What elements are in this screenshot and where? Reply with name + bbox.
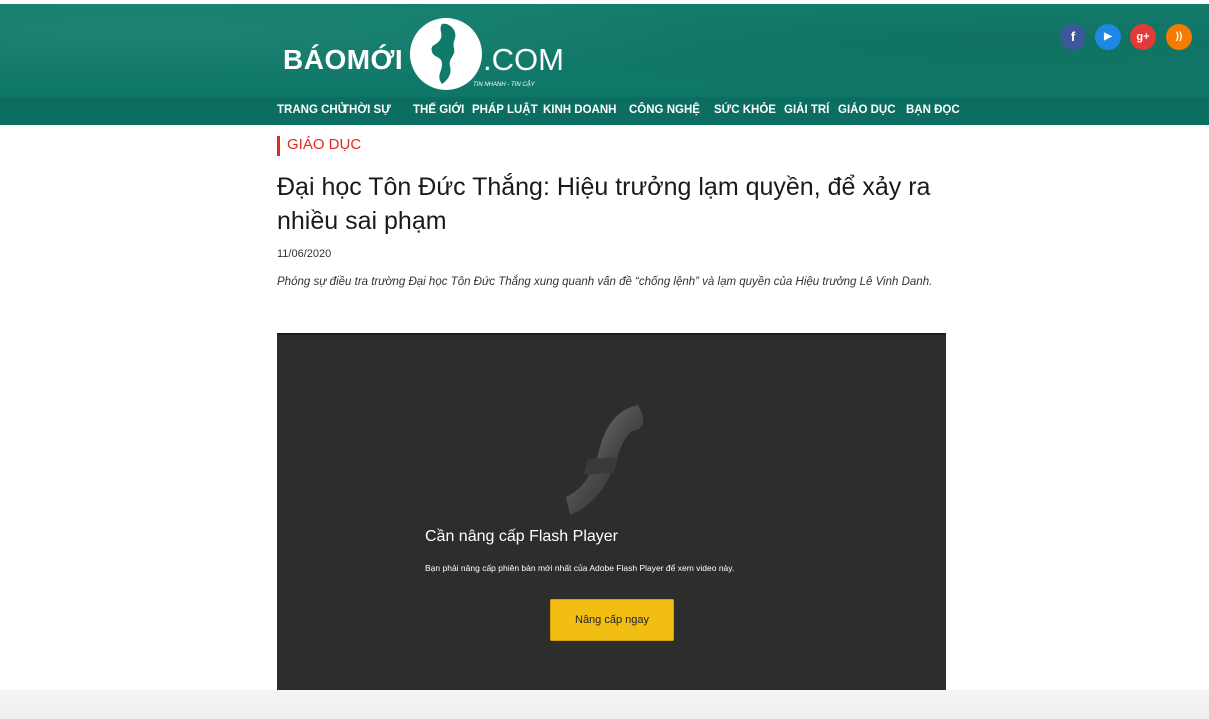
- category-link[interactable]: GIÁO DỤC: [287, 136, 361, 153]
- globe-logo-icon: [410, 18, 482, 90]
- youtube-icon[interactable]: ▶: [1095, 24, 1121, 50]
- logo-text-right: .COM: [483, 42, 564, 77]
- google-plus-icon[interactable]: g+: [1130, 24, 1156, 50]
- nav-item-giao-duc[interactable]: GIÁO DỤC: [838, 104, 896, 116]
- article-date: 11/06/2020: [277, 248, 332, 260]
- main-nav: TRANG CHỦ THỜI SỰ THẾ GIỚI PHÁP LUẬT KIN…: [0, 97, 1209, 125]
- upgrade-description: Bạn phải nâng cấp phiên bản mới nhất của…: [425, 563, 735, 573]
- rss-icon[interactable]: )): [1166, 24, 1192, 50]
- logo-slogan: TIN NHANH - TIN CẬY: [473, 82, 535, 88]
- nav-item-trang-chu[interactable]: TRANG CHỦ: [277, 104, 346, 116]
- nav-item-ban-doc[interactable]: BẠN ĐỌC: [906, 104, 960, 116]
- top-border: [0, 0, 1209, 4]
- site-header: BÁOMỚI .COM TIN NHANH - TIN CẬY f ▶ g+ )…: [0, 0, 1209, 125]
- article-title: Đại học Tôn Đức Thắng: Hiệu trưởng lạm q…: [277, 173, 931, 235]
- page-footer-band: [0, 690, 1209, 719]
- flash-player-icon: [566, 405, 644, 515]
- nav-item-the-gioi[interactable]: THẾ GIỚI: [413, 104, 464, 116]
- facebook-icon[interactable]: f: [1060, 24, 1086, 50]
- nav-item-kinh-doanh[interactable]: KINH DOANH: [543, 104, 616, 116]
- upgrade-title: Cần nâng cấp Flash Player: [425, 528, 618, 545]
- site-logo[interactable]: BÁOMỚI .COM TIN NHANH - TIN CẬY: [283, 10, 573, 94]
- logo-text-left: BÁOMỚI: [283, 44, 404, 75]
- nav-item-thoi-su[interactable]: THỜI SỰ: [342, 104, 391, 116]
- article-summary: Phóng sự điều tra trường Đại học Tôn Đức…: [277, 276, 933, 288]
- nav-item-suc-khoe[interactable]: SỨC KHỎE: [714, 104, 776, 116]
- upgrade-now-button[interactable]: Nâng cấp ngay: [550, 599, 674, 641]
- nav-item-cong-nghe[interactable]: CÔNG NGHỆ: [629, 104, 700, 116]
- nav-item-giai-tri[interactable]: GIẢI TRÍ: [784, 104, 829, 116]
- category-marker: [277, 136, 280, 156]
- video-player[interactable]: Cần nâng cấp Flash Player Bạn phải nâng …: [277, 333, 946, 706]
- nav-item-phap-luat[interactable]: PHÁP LUẬT: [472, 104, 538, 116]
